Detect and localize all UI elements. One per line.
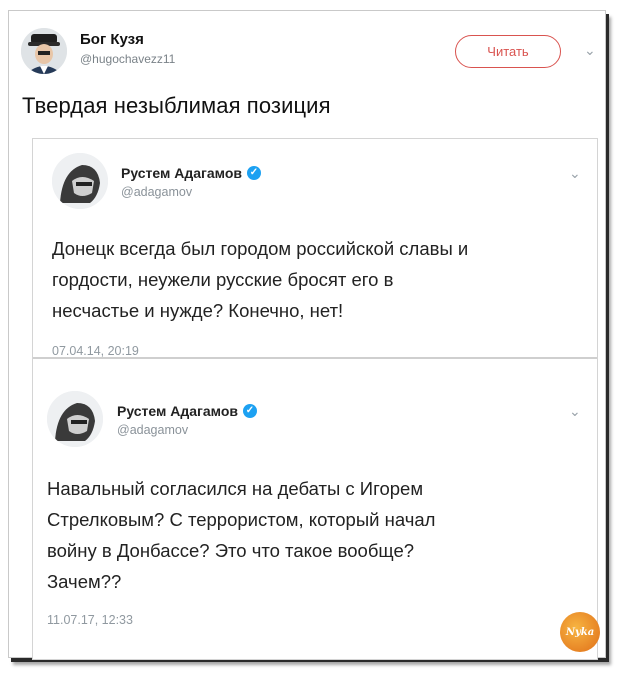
quoted-author-handle: @adagamov xyxy=(117,423,189,437)
quoted-timestamp: 07.04.14, 20:19 xyxy=(52,344,139,358)
avatar-portrait xyxy=(47,391,103,447)
divider xyxy=(33,357,597,359)
watermark-logo: Nyka xyxy=(560,612,600,652)
avatar-portrait xyxy=(21,28,67,74)
follow-button[interactable]: Читать xyxy=(455,35,561,68)
quoted-avatar xyxy=(52,153,108,209)
quoted-avatar xyxy=(47,391,103,447)
author-handle[interactable]: @hugochavezz11 xyxy=(80,52,175,66)
chevron-down-icon[interactable]: ⌄ xyxy=(584,42,596,59)
tweet-text: Твердая незыблимая позиция xyxy=(22,93,331,118)
verified-badge-icon: ✓ xyxy=(247,166,261,180)
quoted-author-name: Рустем Адагамов ✓ xyxy=(121,165,261,181)
quoted-timestamp: 11.07.17, 12:33 xyxy=(47,613,133,627)
chevron-down-icon: ⌄ xyxy=(569,403,581,419)
verified-badge-icon: ✓ xyxy=(243,404,257,418)
embedded-screenshot: Рустем Адагамов ✓ @adagamov ⌄ Донецк все… xyxy=(32,138,598,660)
author-avatar[interactable] xyxy=(21,28,67,74)
quoted-author-name: Рустем Адагамов ✓ xyxy=(117,403,257,419)
author-name[interactable]: Бог Кузя xyxy=(80,31,144,48)
quoted-author-handle: @adagamov xyxy=(121,185,193,199)
quoted-tweet-body: Донецк всегда был городом российской сла… xyxy=(52,238,469,321)
chevron-down-icon: ⌄ xyxy=(569,165,581,181)
quoted-tweet-body: Навальный согласился на дебаты с Игорем … xyxy=(47,478,436,592)
avatar-portrait xyxy=(52,153,108,209)
